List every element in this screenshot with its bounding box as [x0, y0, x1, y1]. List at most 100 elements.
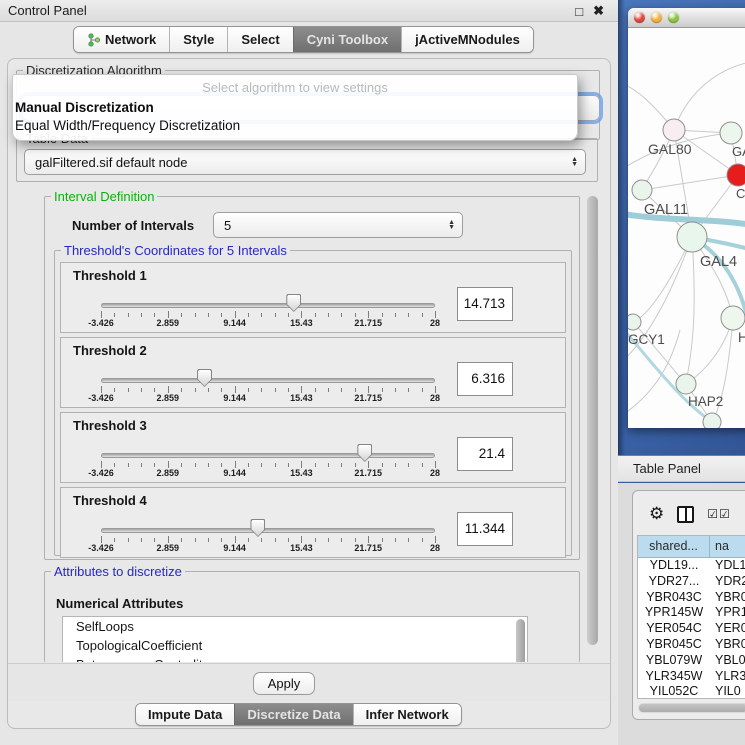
threshold-label: Threshold 3	[73, 418, 147, 433]
threshold-slider-thumb[interactable]	[197, 369, 212, 387]
tick-label: 2.859	[157, 543, 180, 553]
network-node-hap2[interactable]	[676, 374, 696, 394]
minor-tick	[382, 313, 383, 317]
table-row[interactable]: YBR043CYBR0	[638, 590, 745, 606]
network-node-h[interactable]	[721, 306, 745, 330]
tick-label: 21.715	[354, 393, 382, 403]
tick-label: 21.715	[354, 468, 382, 478]
threshold-slider-thumb[interactable]	[286, 294, 301, 312]
minor-tick	[355, 463, 356, 467]
table-horizontal-scrollbar[interactable]	[638, 703, 745, 713]
tab-jactivemnodules[interactable]: jActiveMNodules	[401, 27, 533, 52]
minor-tick	[154, 538, 155, 542]
column-header-shared-name[interactable]: shared...	[638, 536, 710, 557]
table-row[interactable]: YLR345WYLR3	[638, 669, 745, 685]
threshold-value-field[interactable]: 11.344	[457, 512, 513, 546]
settings-vertical-scrollbar[interactable]	[587, 196, 598, 645]
thumb-face	[358, 445, 371, 461]
table-data-combobox[interactable]: galFiltered.sif default node ▲▼	[24, 149, 586, 175]
network-node[interactable]	[703, 413, 721, 428]
zoom-traffic-light-icon[interactable]	[668, 12, 679, 23]
close-panel-icon[interactable]: ✖	[593, 3, 604, 19]
threshold-value-field[interactable]: 6.316	[457, 362, 513, 396]
tab-style[interactable]: Style	[169, 27, 227, 52]
table-row[interactable]: YER054CYER0	[638, 621, 745, 637]
cell-name: YDR2	[710, 574, 745, 590]
major-tick	[301, 536, 302, 543]
minor-tick	[422, 463, 423, 467]
tick-label: -3.426	[88, 393, 114, 403]
tab-discretize-data[interactable]: Discretize Data	[234, 704, 352, 725]
minor-tick	[181, 388, 182, 392]
network-node-gcy1[interactable]	[628, 314, 641, 330]
dropdown-option-manual-discretization[interactable]: Manual Discretization	[15, 100, 575, 115]
threshold-panel-3: Threshold 3-3.4262.8599.14415.4321.71528…	[60, 412, 566, 483]
minimize-traffic-light-icon[interactable]	[651, 12, 662, 23]
network-node-ga[interactable]	[720, 122, 742, 144]
threshold-slider-track[interactable]	[101, 453, 435, 458]
minor-tick	[422, 388, 423, 392]
table-row[interactable]: YIL052CYIL0	[638, 684, 745, 699]
numerical-attributes-list[interactable]: SelfLoopsTopologicalCoefficientBetweenne…	[62, 616, 528, 662]
network-edge[interactable]	[633, 237, 692, 322]
close-traffic-light-icon[interactable]	[634, 12, 645, 23]
desktop-right-region: GAL80GACGAL11GAL4GCY1HHAP2 Table Panel ⚙…	[618, 0, 745, 745]
table-panel-area: ⚙ ☑☑ shared... na YDL19...YDL1YDR27...YD…	[618, 483, 745, 745]
threshold-label: Threshold 2	[73, 343, 147, 358]
column-header-name[interactable]: na	[710, 536, 745, 557]
cell-shared-name: YIL052C	[638, 684, 710, 699]
node-attribute-table[interactable]: shared... na YDL19...YDL1YDR27...YDR2YBR…	[637, 535, 745, 699]
minor-tick	[181, 313, 182, 317]
num-intervals-combobox[interactable]: 5 ▲▼	[213, 212, 463, 238]
network-view-window[interactable]: GAL80GACGAL11GAL4GCY1HHAP2	[628, 8, 745, 428]
minor-tick	[181, 538, 182, 542]
columns-icon[interactable]	[677, 506, 694, 523]
table-row[interactable]: YPR145WYPR1	[638, 605, 745, 621]
attribute-list-item[interactable]: SelfLoops	[63, 617, 527, 636]
tab-infer-network[interactable]: Infer Network	[353, 704, 461, 725]
apply-button[interactable]: Apply	[253, 672, 315, 695]
float-window-icon[interactable]: □	[575, 4, 583, 19]
table-row[interactable]: YDL19...YDL1	[638, 558, 745, 574]
network-node-gal4[interactable]	[677, 222, 707, 252]
node-label: GA	[732, 144, 745, 159]
scrollbar-thumb[interactable]	[639, 704, 745, 712]
attributes-list-scrollbar[interactable]	[516, 619, 525, 662]
checkbox-icons[interactable]: ☑☑	[707, 507, 731, 521]
threshold-slider-track[interactable]	[101, 378, 435, 383]
gear-icon[interactable]: ⚙	[649, 505, 664, 523]
table-data-selected-value: galFiltered.sif default node	[25, 155, 571, 170]
threshold-value-field[interactable]: 14.713	[457, 287, 513, 321]
threshold-slider-track[interactable]	[101, 528, 435, 533]
threshold-label: Threshold 4	[73, 493, 147, 508]
table-row[interactable]: YBL079WYBL0	[638, 653, 745, 669]
network-node-gal11[interactable]	[632, 180, 652, 200]
attribute-list-item[interactable]: TopologicalCoefficient	[63, 636, 527, 655]
tick-label: 9.144	[223, 543, 246, 553]
algorithm-dropdown-popup: Select algorithm to view settings Manual…	[12, 74, 578, 141]
stepper-arrows-icon: ▲▼	[571, 157, 585, 167]
tab-network[interactable]: Network	[74, 27, 169, 52]
minor-tick	[195, 388, 196, 392]
dropdown-option-equal-width-frequency[interactable]: Equal Width/Frequency Discretization	[15, 118, 575, 133]
network-node-c[interactable]	[727, 164, 745, 186]
table-row[interactable]: YBR045CYBR0	[638, 637, 745, 653]
attribute-list-item[interactable]: BetweennessCentrality	[63, 655, 527, 662]
network-edge[interactable]	[686, 237, 694, 384]
table-row[interactable]: YDR27...YDR2	[638, 574, 745, 590]
network-edge[interactable]	[674, 62, 745, 130]
tick-label: 9.144	[223, 468, 246, 478]
threshold-value-field[interactable]: 21.4	[457, 437, 513, 471]
tab-impute-data[interactable]: Impute Data	[136, 704, 234, 725]
tab-cyni-toolbox[interactable]: Cyni Toolbox	[293, 27, 401, 52]
network-edge[interactable]	[642, 175, 738, 190]
threshold-slider-track[interactable]	[101, 303, 435, 308]
threshold-slider-thumb[interactable]	[250, 519, 265, 537]
cell-shared-name: YER054C	[638, 621, 710, 637]
minor-tick	[128, 538, 129, 542]
major-tick	[368, 461, 369, 468]
tab-select[interactable]: Select	[227, 27, 292, 52]
network-node-gal80[interactable]	[663, 119, 685, 141]
threshold-slider-thumb[interactable]	[357, 444, 372, 462]
network-canvas[interactable]: GAL80GACGAL11GAL4GCY1HHAP2	[628, 28, 745, 428]
